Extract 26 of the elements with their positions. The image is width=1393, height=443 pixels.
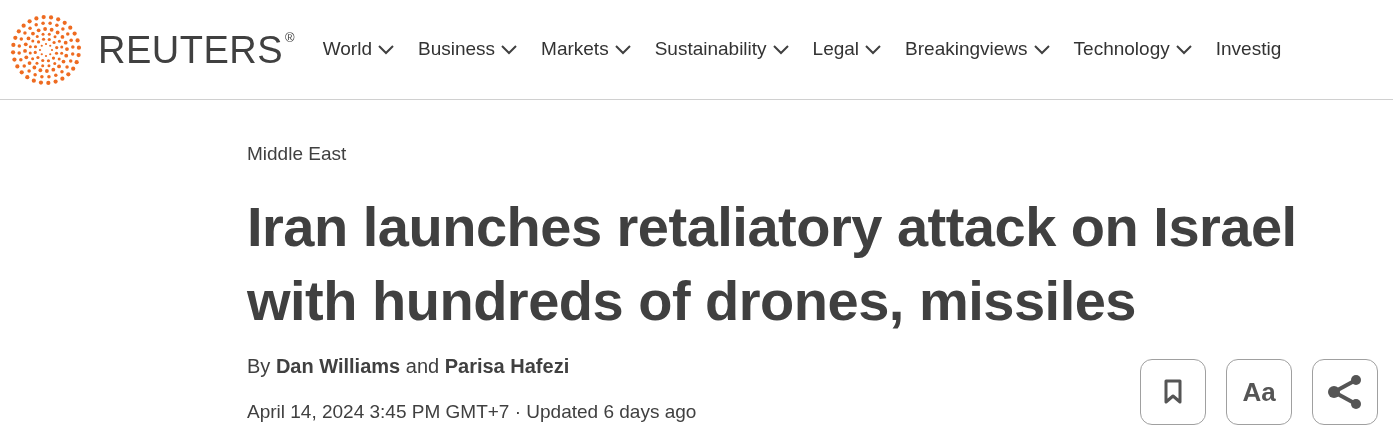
nav-link[interactable]: Technology <box>1073 35 1192 64</box>
nav-link[interactable]: Breakingviews <box>905 35 1050 64</box>
chevron-down-icon <box>865 44 882 55</box>
nav-link[interactable]: Investig <box>1215 35 1282 64</box>
share-icon <box>1327 375 1363 409</box>
headline: Iran launches retaliatory attack on Israel with hundreds of drones, missiles <box>247 194 1298 334</box>
dateline: April 14, 2024 3:45 PM GMT+7 · Updated 6 days ago <box>247 400 697 424</box>
nav-link[interactable]: Markets <box>541 35 631 64</box>
registered-mark: ® <box>285 30 295 44</box>
bookmark-button[interactable] <box>1140 359 1206 425</box>
brand-name[interactable]: REUTERS <box>98 30 284 69</box>
share-button[interactable] <box>1312 359 1378 425</box>
nav-link[interactable]: World <box>322 35 394 64</box>
byline: By Dan Williams and Parisa Hafezi <box>247 354 571 379</box>
section-link[interactable]: Middle East <box>247 140 1378 168</box>
bookmark-icon <box>1164 379 1182 405</box>
chevron-down-icon <box>772 44 789 55</box>
chevron-down-icon <box>614 44 631 55</box>
nav-link[interactable]: Business <box>417 35 518 64</box>
nav-link[interactable]: Legal <box>812 35 882 64</box>
chevron-down-icon <box>1175 44 1192 55</box>
nav-link[interactable]: Sustainability <box>654 35 789 64</box>
chevron-down-icon <box>377 44 394 55</box>
text-button[interactable]: Aa <box>1226 359 1292 425</box>
chevron-down-icon <box>501 44 518 55</box>
chevron-down-icon <box>1033 44 1050 55</box>
